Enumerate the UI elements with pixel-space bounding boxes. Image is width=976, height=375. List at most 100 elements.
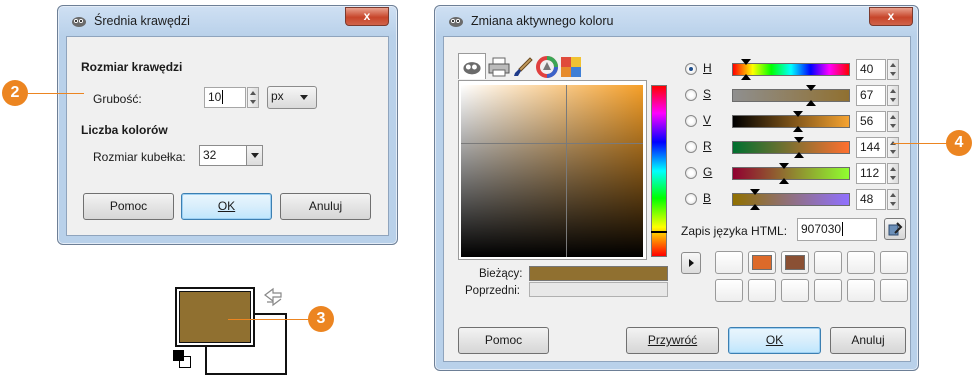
- color-dialog-close-button[interactable]: x: [869, 7, 913, 26]
- history-swatch[interactable]: [847, 251, 875, 274]
- history-swatch[interactable]: [715, 251, 743, 274]
- default-colors-icon[interactable]: [173, 350, 193, 370]
- channel-input-r[interactable]: 144: [856, 137, 886, 158]
- cancel-button[interactable]: Anuluj: [280, 193, 371, 220]
- slider-b-marker-bottom: [750, 204, 761, 210]
- channel-input-h[interactable]: 40: [856, 59, 886, 80]
- tab-watercolor[interactable]: [512, 53, 536, 79]
- channel-label-s: S: [703, 87, 712, 101]
- chevron-down-icon: [246, 146, 262, 165]
- history-swatch[interactable]: [715, 279, 743, 302]
- slider-b[interactable]: [732, 189, 850, 210]
- history-swatch[interactable]: [880, 251, 908, 274]
- slider-h-marker-bottom: [740, 74, 751, 80]
- thickness-spin-arrows[interactable]: [247, 87, 259, 108]
- channel-label-b: B: [703, 191, 712, 205]
- channel-input-s[interactable]: 67: [856, 85, 886, 106]
- callout-2-line: [28, 93, 84, 94]
- channel-label-r: R: [703, 139, 712, 153]
- color-count-heading: Liczba kolorów: [81, 123, 168, 137]
- slider-v-marker-top: [792, 111, 803, 117]
- history-swatch[interactable]: [880, 279, 908, 302]
- slider-g[interactable]: [732, 163, 850, 184]
- hue-strip[interactable]: [651, 85, 667, 257]
- channel-label-v: V: [703, 113, 712, 127]
- radio-s[interactable]: [685, 89, 697, 101]
- channel-input-v[interactable]: 56: [856, 111, 886, 132]
- brush-icon: [514, 57, 533, 76]
- slider-r-marker-bottom: [793, 152, 804, 158]
- channel-input-g[interactable]: 112: [856, 163, 886, 184]
- channel-spin-s[interactable]: [887, 85, 899, 106]
- color-wheel-icon: [536, 56, 558, 78]
- radio-h[interactable]: [685, 63, 697, 75]
- edge-dialog-titlebar[interactable]: Średnia krawędzi x: [58, 6, 397, 36]
- channel-spin-b[interactable]: [887, 189, 899, 210]
- reset-button[interactable]: Przywróć: [626, 327, 719, 354]
- channel-spin-h[interactable]: [887, 59, 899, 80]
- slider-s[interactable]: [732, 85, 850, 106]
- slider-b-marker-top: [750, 189, 761, 195]
- history-swatch[interactable]: [814, 251, 842, 274]
- slider-g-marker-top: [779, 163, 790, 169]
- unit-select[interactable]: px: [267, 86, 317, 109]
- ok-button[interactable]: OK: [181, 193, 272, 220]
- color-picker-button[interactable]: [884, 218, 906, 240]
- saturation-value-area[interactable]: [461, 85, 643, 257]
- html-notation-input[interactable]: 907030: [797, 218, 877, 241]
- slider-v[interactable]: [732, 111, 850, 132]
- tab-gimp-selector[interactable]: [458, 53, 486, 79]
- eyedropper-icon: [888, 222, 903, 236]
- history-swatch[interactable]: [847, 279, 875, 302]
- radio-b[interactable]: [685, 193, 697, 205]
- history-swatch[interactable]: [748, 251, 776, 274]
- previous-color-swatch: [529, 282, 668, 297]
- history-swatch[interactable]: [781, 251, 809, 274]
- channel-input-b[interactable]: 48: [856, 189, 886, 210]
- history-expand-button[interactable]: [681, 252, 701, 274]
- tab-wheel[interactable]: [536, 53, 560, 79]
- channel-spin-v[interactable]: [887, 111, 899, 132]
- bucket-size-value: 32: [203, 148, 217, 162]
- slider-r[interactable]: [732, 137, 850, 158]
- color-dialog-client: Bieżący: Poprzedni: H 40 S 67 V 56 R 144…: [443, 36, 911, 362]
- history-swatch[interactable]: [748, 279, 776, 302]
- hue-marker: [651, 231, 667, 233]
- help-button[interactable]: Pomoc: [458, 327, 549, 354]
- channel-label-g: G: [703, 165, 713, 179]
- foreground-color-swatch[interactable]: [175, 287, 255, 347]
- bucket-size-select[interactable]: 32: [199, 145, 263, 166]
- channel-spin-r[interactable]: [887, 137, 899, 158]
- chevron-down-icon: [300, 95, 308, 100]
- tab-palette[interactable]: [560, 53, 584, 79]
- change-color-dialog: Zmiana aktywnego koloru x Bieżący: Poprz…: [434, 5, 919, 371]
- slider-v-marker-bottom: [792, 126, 803, 132]
- help-button[interactable]: Pomoc: [83, 193, 174, 220]
- unit-value: px: [271, 89, 284, 103]
- current-color-swatch: [529, 266, 668, 281]
- color-dialog-titlebar[interactable]: Zmiana aktywnego koloru x: [435, 6, 918, 36]
- crosshair-vertical: [566, 85, 567, 257]
- callout-3-line: [228, 319, 310, 320]
- radio-g[interactable]: [685, 167, 697, 179]
- edge-dialog-close-button[interactable]: x: [345, 7, 389, 26]
- slider-h[interactable]: [732, 59, 850, 80]
- ok-button[interactable]: OK: [728, 327, 821, 354]
- channel-spin-g[interactable]: [887, 163, 899, 184]
- fg-bg-color-widget: [173, 285, 288, 375]
- printer-icon: [488, 57, 510, 77]
- thickness-input[interactable]: 10: [204, 87, 246, 108]
- history-swatch[interactable]: [814, 279, 842, 302]
- edge-dialog-client: Rozmiar krawędzi Grubość: 10 px Liczba k…: [66, 36, 389, 236]
- swap-colors-icon[interactable]: [261, 285, 285, 309]
- radio-r[interactable]: [685, 141, 697, 153]
- radio-v[interactable]: [685, 115, 697, 127]
- previous-color-label: Poprzedni:: [465, 285, 520, 297]
- history-swatch[interactable]: [781, 279, 809, 302]
- slider-g-marker-bottom: [779, 178, 790, 184]
- gimp-icon: [449, 17, 463, 27]
- edge-average-dialog: Średnia krawędzi x Rozmiar krawędzi Grub…: [57, 5, 398, 245]
- callout-2: 2: [2, 80, 28, 106]
- cancel-button[interactable]: Anuluj: [830, 327, 906, 354]
- tab-cmyk[interactable]: [488, 53, 512, 79]
